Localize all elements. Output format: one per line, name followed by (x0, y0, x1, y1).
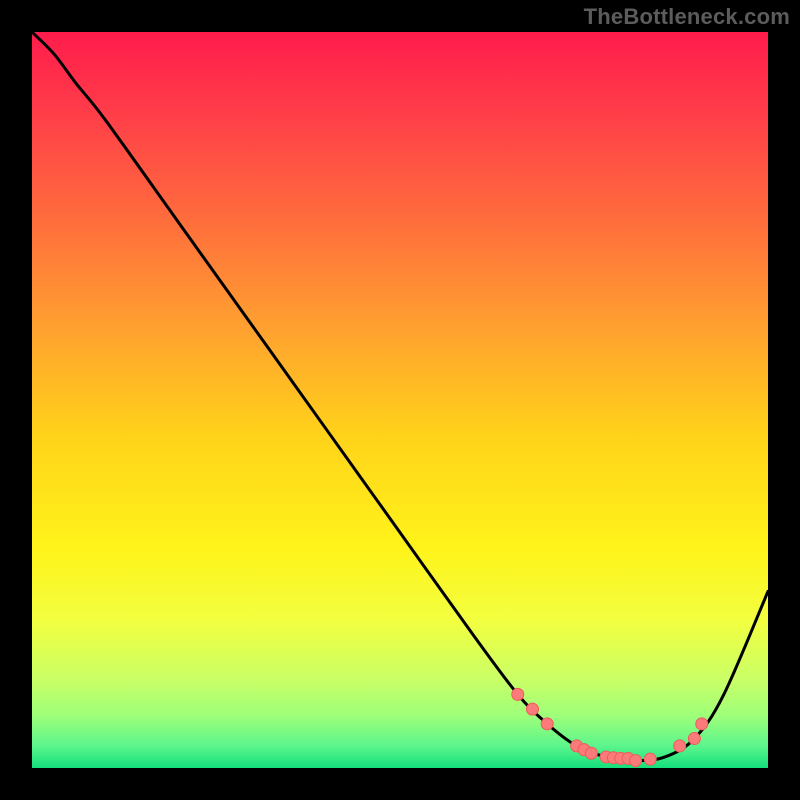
watermark-text: TheBottleneck.com (584, 4, 790, 30)
marker-dot (696, 718, 708, 730)
plot-area (32, 32, 768, 768)
marker-dot (630, 755, 642, 767)
marker-dot (585, 747, 597, 759)
chart-frame: TheBottleneck.com (0, 0, 800, 800)
marker-dot (541, 718, 553, 730)
marker-dot (644, 753, 656, 765)
marker-dot (688, 733, 700, 745)
curve-layer (32, 32, 768, 768)
marker-dot (674, 740, 686, 752)
fit-zone-dots (512, 688, 708, 766)
bottleneck-curve (32, 32, 768, 761)
marker-dot (512, 688, 524, 700)
marker-dot (526, 703, 538, 715)
